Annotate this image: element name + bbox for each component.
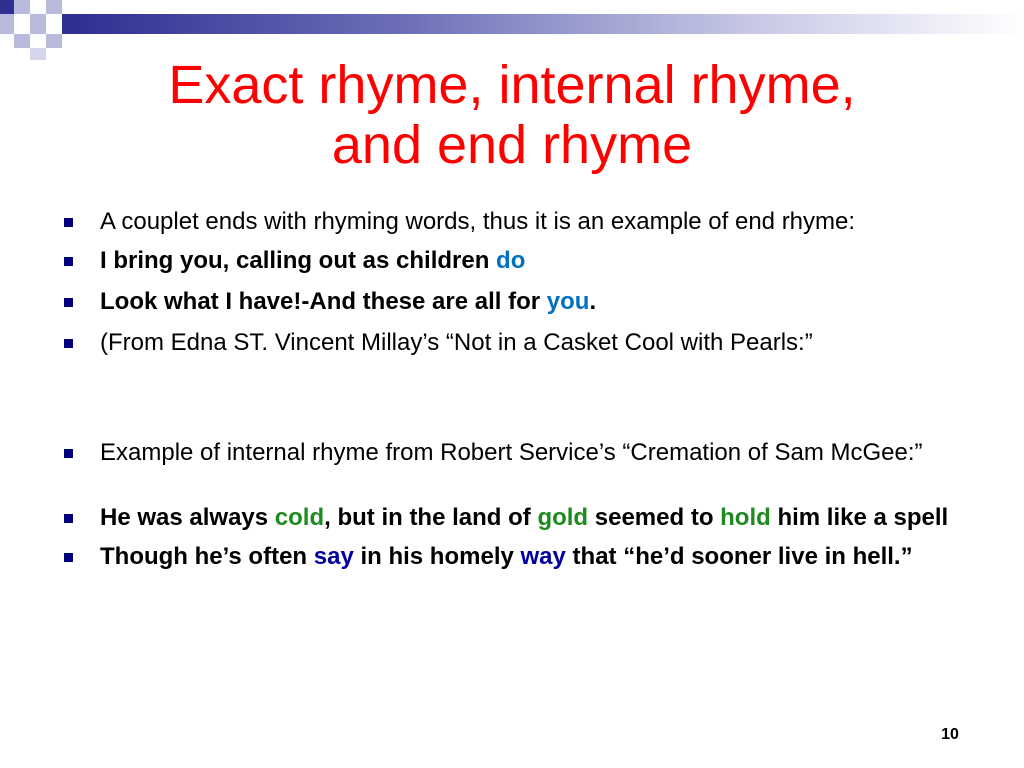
header-gradient-bar <box>78 14 1024 34</box>
rhyme-word: way <box>520 543 566 570</box>
title-line-1: Exact rhyme, internal rhyme, <box>168 55 856 115</box>
decor-square-light <box>46 0 62 14</box>
bullet-item: I bring you, calling out as children do <box>62 244 982 277</box>
decor-square-navy <box>62 14 78 34</box>
decor-square-light <box>30 48 46 60</box>
square-bullet-icon <box>64 257 73 266</box>
rhyme-word: do <box>496 247 526 274</box>
bullet-item: Though he’s often say in his homely way … <box>62 540 982 573</box>
bullet-text: that “he’d sooner live in hell.” <box>565 543 913 570</box>
square-bullet-icon <box>64 339 73 348</box>
rhyme-word: hold <box>720 504 771 531</box>
rhyme-word: cold <box>274 504 325 531</box>
square-bullet-icon <box>64 514 73 523</box>
decor-square-navy <box>30 0 46 14</box>
bullet-item: Example of internal rhyme from Robert Se… <box>62 436 982 469</box>
decor-square-navy <box>0 0 14 14</box>
bullet-list: A couplet ends with rhyming words, thus … <box>62 205 982 573</box>
rhyme-word: gold <box>537 504 589 531</box>
bullet-text: A couplet ends with rhyming words, thus … <box>100 208 856 235</box>
bullet-item: Look what I have!-And these are all for … <box>62 285 982 318</box>
bullet-item: (From Edna ST. Vincent Millay’s “Not in … <box>62 326 982 359</box>
bullet-item: He was always cold, but in the land of g… <box>62 501 982 534</box>
bullet-text: (From Edna ST. Vincent Millay’s “Not in … <box>100 329 813 356</box>
slide-title: Exact rhyme, internal rhyme, and end rhy… <box>60 55 964 175</box>
bullet-text: He was always <box>100 504 275 531</box>
decor-square-light <box>0 14 14 34</box>
title-line-2: and end rhyme <box>331 115 693 175</box>
bullet-text: , but in the land of <box>324 504 538 531</box>
square-bullet-icon <box>64 218 73 227</box>
decor-square-light <box>14 0 30 14</box>
bullet-text: him like a spell <box>770 504 949 531</box>
decor-square-light <box>46 34 62 48</box>
bullet-text: I bring you, calling out as children <box>100 247 497 274</box>
bullet-item: A couplet ends with rhyming words, thus … <box>62 205 982 238</box>
bullet-text: Example of internal rhyme from Robert Se… <box>100 439 923 466</box>
decor-square-light <box>30 14 46 34</box>
rhyme-word: say <box>313 543 354 570</box>
header-decoration <box>0 0 1024 60</box>
bullet-text: seemed to <box>588 504 721 531</box>
decor-square-light <box>14 34 30 48</box>
square-bullet-icon <box>64 449 73 458</box>
square-bullet-icon <box>64 298 73 307</box>
bullet-text: Look what I have!-And these are all for <box>100 288 547 315</box>
rhyme-word: you <box>546 288 590 315</box>
square-bullet-icon <box>64 553 73 562</box>
bullet-text: . <box>589 288 597 315</box>
bullet-text: Though he’s often <box>100 543 314 570</box>
bullet-text: in his homely <box>353 543 521 570</box>
page-number: 10 <box>941 726 959 743</box>
